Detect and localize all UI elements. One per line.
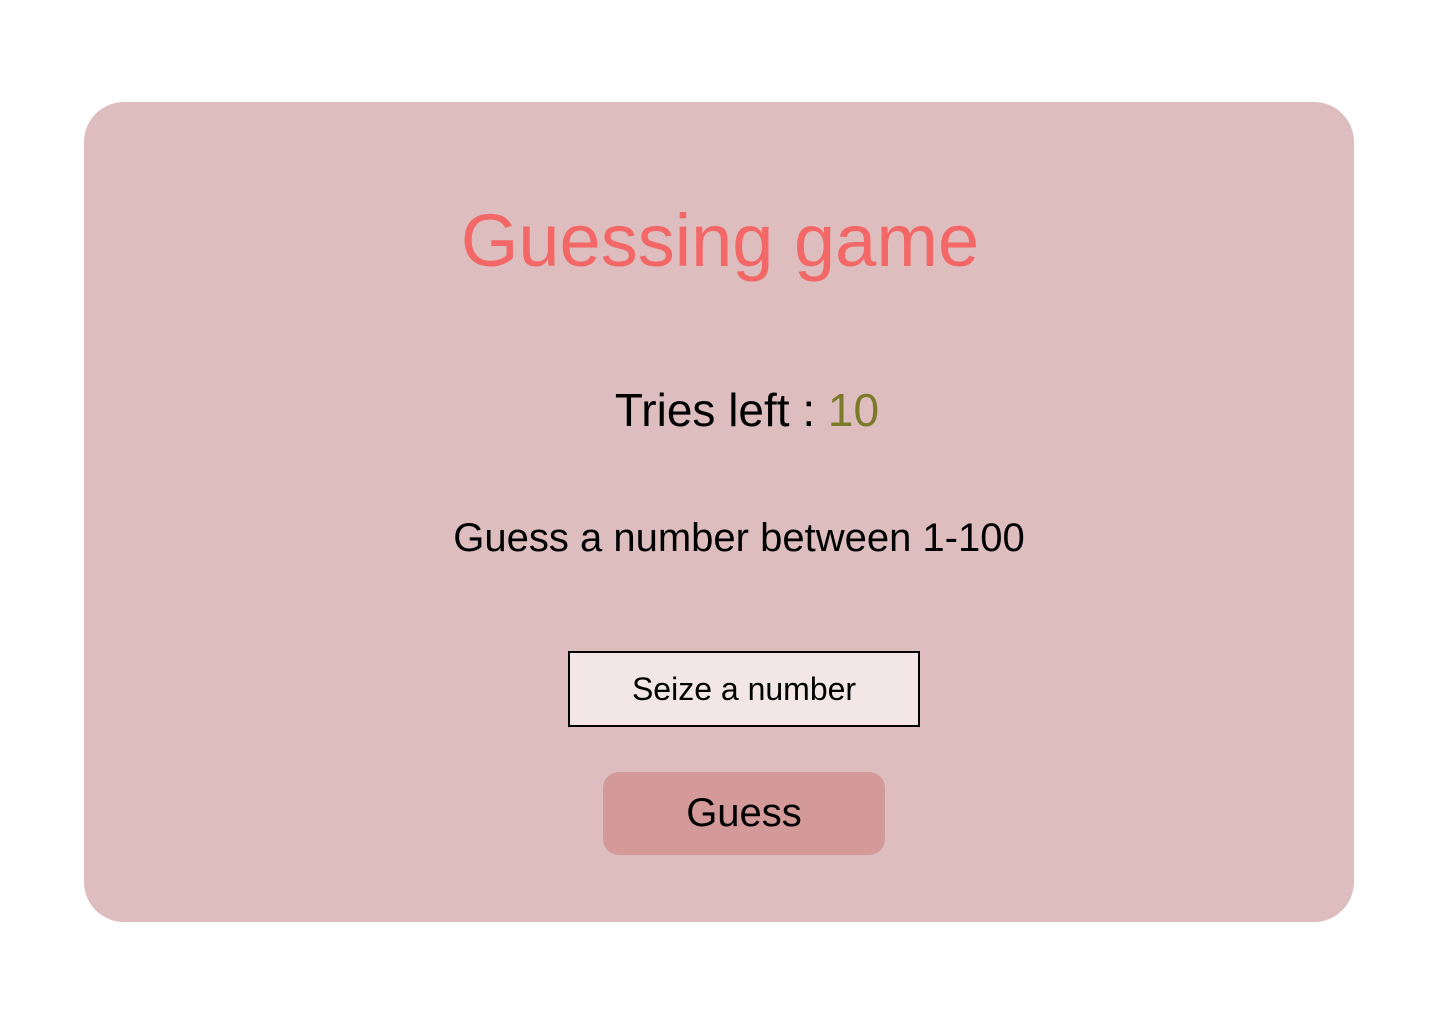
tries-left-count: 10 [827,384,880,436]
guess-prompt: Guess a number between 1-100 [453,516,1025,560]
tries-left-label: Tries left : [614,384,828,436]
number-input[interactable] [568,651,920,727]
tries-left-text: Tries left : 10 [0,382,1440,438]
guess-button[interactable]: Guess [603,772,885,855]
game-title: Guessing game [460,199,980,282]
